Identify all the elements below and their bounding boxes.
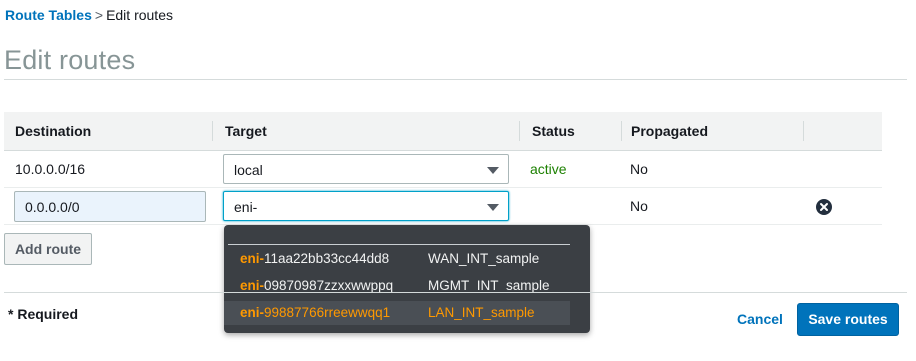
eni-id-rest: 11aa22bb33cc44dd8 <box>264 251 390 266</box>
save-routes-button[interactable]: Save routes <box>797 303 899 336</box>
status-cell: active <box>530 161 567 177</box>
column-header-target: Target <box>225 123 267 139</box>
caret-down-icon <box>487 204 499 211</box>
column-header-status: Status <box>532 123 575 139</box>
destination-input[interactable] <box>14 191 206 222</box>
column-divider <box>519 121 520 141</box>
breadcrumb-current: Edit routes <box>106 7 173 23</box>
option-eni-name: LAN_INT_sample <box>428 305 535 320</box>
option-eni-id: eni-11aa22bb33cc44dd8 <box>240 247 389 271</box>
dropdown-option-highlighted[interactable]: eni-99887766rreewwqq1 LAN_INT_sample <box>224 301 570 325</box>
target-select-value: local <box>234 162 263 178</box>
target-select[interactable]: local <box>223 154 509 184</box>
table-row: 10.0.0.0/16 local active No <box>4 151 882 188</box>
eni-id-rest: 09870987zzxxwwppq <box>264 278 394 293</box>
footer-divider <box>4 292 907 293</box>
option-eni-id: eni-09870987zzxxwwppq <box>240 274 393 298</box>
table-row: eni- No <box>4 188 882 225</box>
column-divider <box>621 121 622 141</box>
breadcrumb-separator: > <box>94 7 104 23</box>
option-eni-id: eni-99887766rreewwqq1 <box>240 301 390 325</box>
routes-table-header: Destination Target Status Propagated <box>4 112 882 151</box>
required-note: * Required <box>8 306 79 322</box>
cancel-button[interactable]: Cancel <box>737 311 783 327</box>
column-divider <box>212 121 213 141</box>
column-divider <box>803 121 804 141</box>
target-select-value: eni- <box>234 199 258 215</box>
column-header-destination: Destination <box>15 123 92 139</box>
option-eni-name: WAN_INT_sample <box>428 251 540 266</box>
column-header-propagated: Propagated <box>631 123 709 139</box>
eni-prefix: eni- <box>240 251 265 266</box>
breadcrumb: Route Tables > Edit routes <box>5 7 173 23</box>
eni-prefix: eni- <box>240 278 265 293</box>
target-select[interactable]: eni- <box>223 191 509 221</box>
destination-cell: 10.0.0.0/16 <box>15 161 86 177</box>
dropdown-divider <box>228 244 570 245</box>
target-dropdown-menu: eni-11aa22bb33cc44dd8 WAN_INT_sample eni… <box>224 225 590 333</box>
breadcrumb-route-tables-link[interactable]: Route Tables <box>5 7 92 23</box>
option-eni-name: MGMT_INT_sample <box>428 278 550 293</box>
eni-prefix: eni- <box>240 305 265 320</box>
caret-down-icon <box>487 167 499 174</box>
dropdown-option[interactable]: eni-09870987zzxxwwppq MGMT_INT_sample <box>224 274 570 298</box>
page-title: Edit routes <box>4 45 136 75</box>
title-divider <box>4 79 907 80</box>
dropdown-option[interactable]: eni-11aa22bb33cc44dd8 WAN_INT_sample <box>224 247 570 271</box>
eni-id-rest: 99887766rreewwqq1 <box>264 305 391 320</box>
propagated-cell: No <box>630 198 648 214</box>
propagated-cell: No <box>630 161 648 177</box>
add-route-button[interactable]: Add route <box>4 233 92 265</box>
remove-circle-icon[interactable] <box>816 199 832 215</box>
